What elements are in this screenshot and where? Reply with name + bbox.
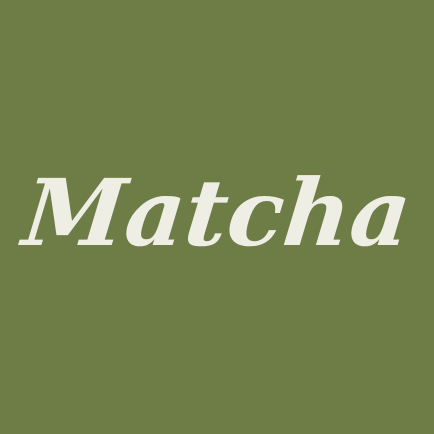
matcha-wordmark: Matcha <box>18 159 416 267</box>
app-icon-tile: Matcha <box>0 0 434 434</box>
